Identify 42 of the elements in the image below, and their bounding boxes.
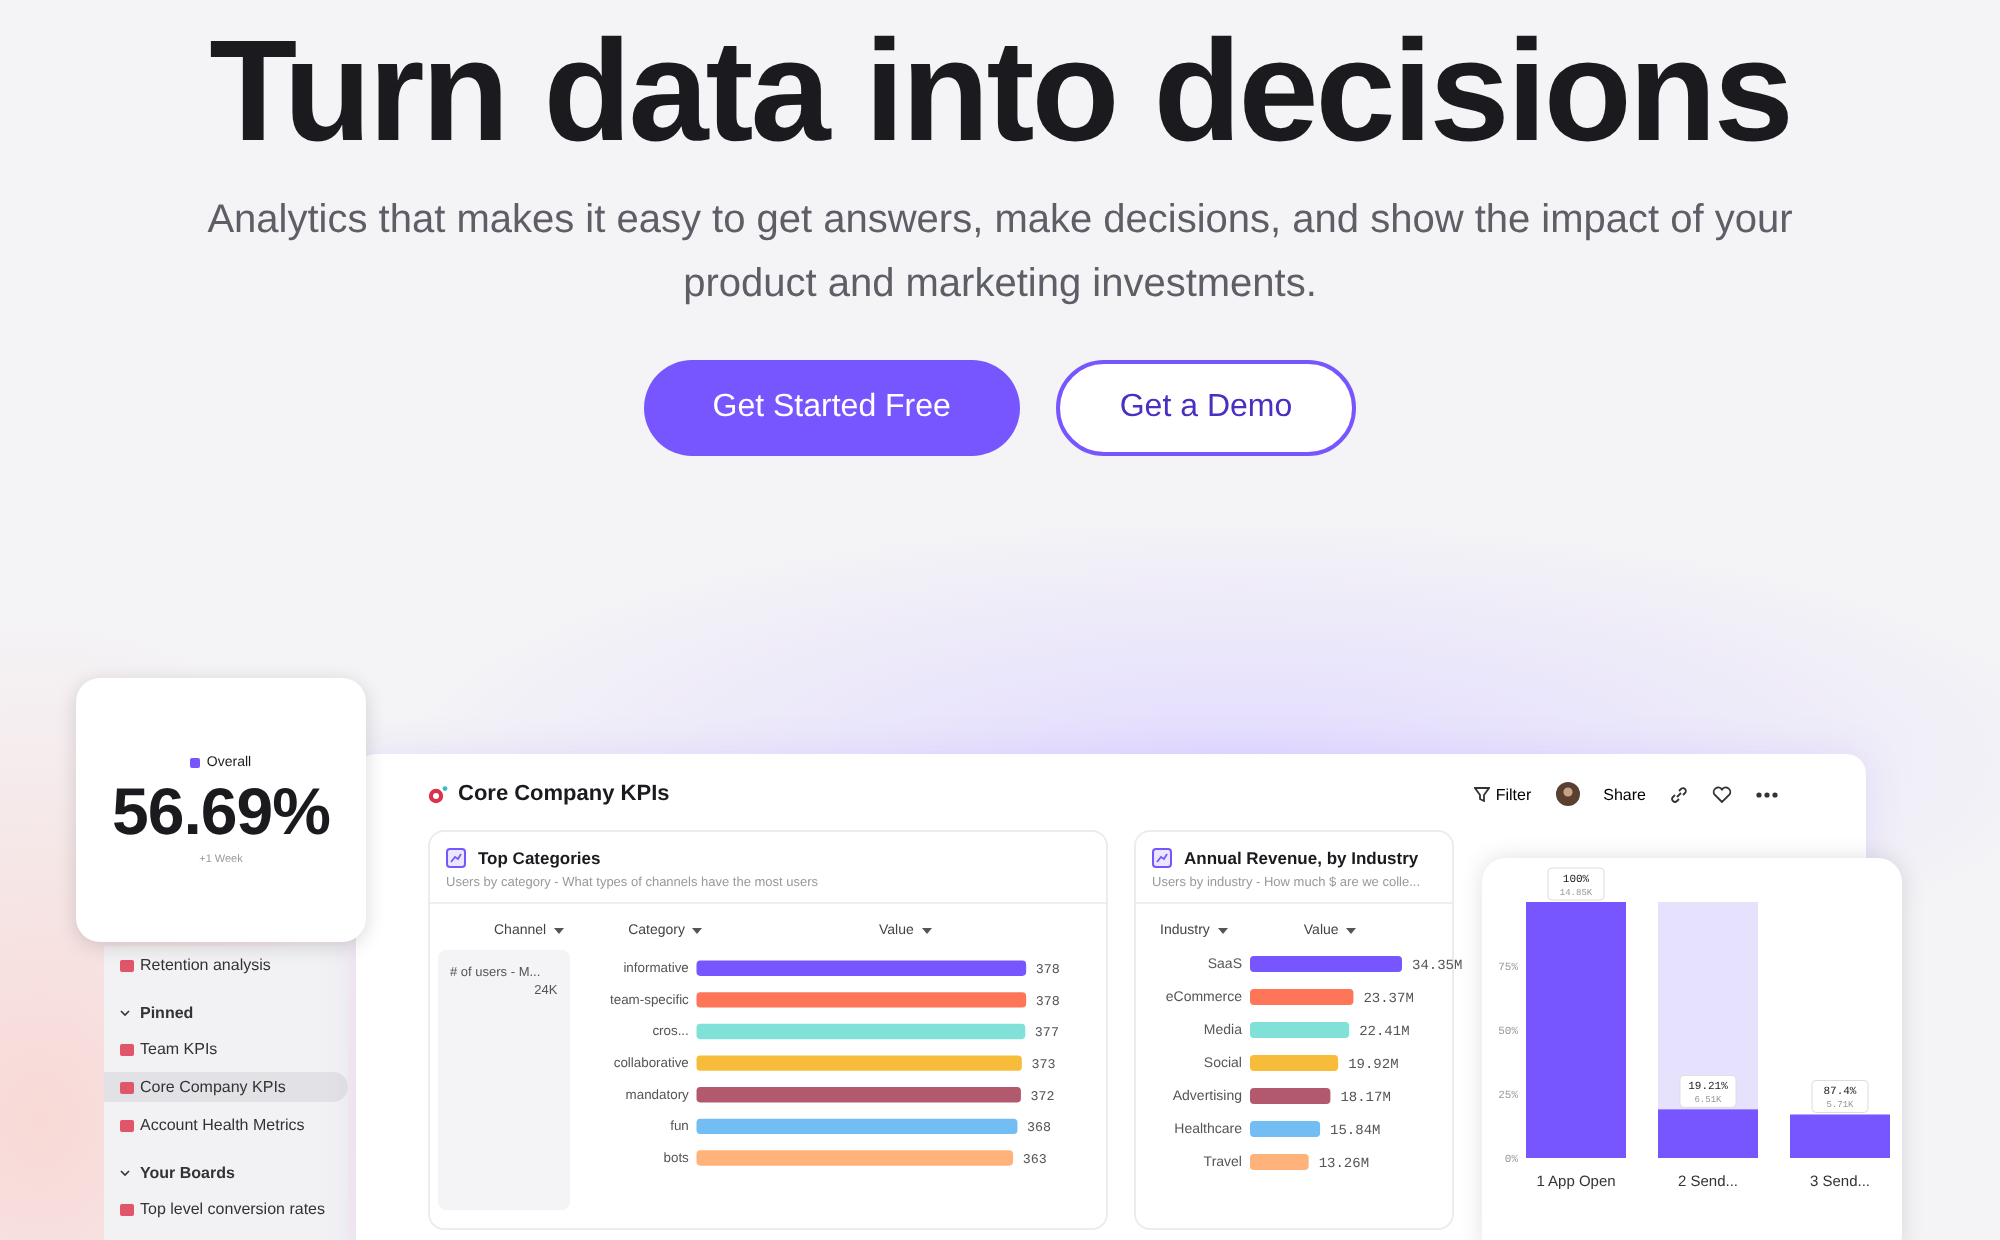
chevron-icon — [120, 1008, 130, 1018]
sidebar-item[interactable]: Top level conversion rates — [104, 1194, 348, 1224]
bar — [1250, 1154, 1309, 1170]
bar — [1250, 1088, 1331, 1104]
hero-title: Turn data into decisions — [209, 16, 1791, 168]
link-icon[interactable] — [1670, 785, 1688, 803]
share-button[interactable]: Share — [1603, 785, 1646, 803]
sidebar-item[interactable]: Team KPIs — [104, 1034, 348, 1064]
avatar-icon[interactable] — [1555, 782, 1580, 806]
get-started-button[interactable]: Get Started Free — [643, 360, 1020, 456]
sidebar-item[interactable]: Retention analysis — [104, 950, 348, 980]
card-title: Annual Revenue, by Industry — [1184, 848, 1419, 868]
caret-icon — [1217, 928, 1228, 934]
card-title: Top Categories — [478, 848, 601, 868]
bar — [1250, 989, 1354, 1005]
caret-icon — [554, 928, 565, 934]
caret-icon — [921, 928, 932, 934]
section-label: Pinned — [140, 1004, 194, 1022]
sidebar-item[interactable]: Account Health Metrics — [104, 1110, 348, 1140]
dashboard-title: Core Company KPIs — [458, 782, 670, 806]
caret-icon — [692, 928, 703, 934]
sidebar-item[interactable]: Core Company KPIs — [104, 1072, 348, 1102]
bar — [1250, 1121, 1321, 1137]
bar — [1790, 1114, 1890, 1158]
section-label: Your Boards — [140, 1164, 235, 1182]
heart-icon[interactable] — [1712, 785, 1732, 803]
filter-button[interactable]: Filter — [1473, 785, 1532, 803]
bar — [1658, 1109, 1758, 1158]
sidebar-section-header[interactable]: Your Boards — [104, 1148, 348, 1186]
bar — [1250, 1022, 1350, 1038]
chart-icon — [446, 848, 466, 868]
more-icon[interactable] — [1756, 791, 1778, 797]
demo-button[interactable]: Get a Demo — [1055, 360, 1357, 456]
caret-icon — [1346, 928, 1357, 934]
chevron-icon — [120, 1168, 130, 1178]
sidebar-section-header[interactable]: Pinned — [104, 988, 348, 1026]
filter-icon — [1473, 786, 1490, 802]
target-icon — [428, 785, 448, 803]
metric-value: 56.69% — [112, 773, 330, 849]
bar — [1250, 1055, 1339, 1071]
chart-icon — [1152, 848, 1172, 868]
hero-subtitle: Analytics that makes it easy to get answers, make decisions, and show the impact of your product and marketing investments. — [205, 196, 1795, 310]
